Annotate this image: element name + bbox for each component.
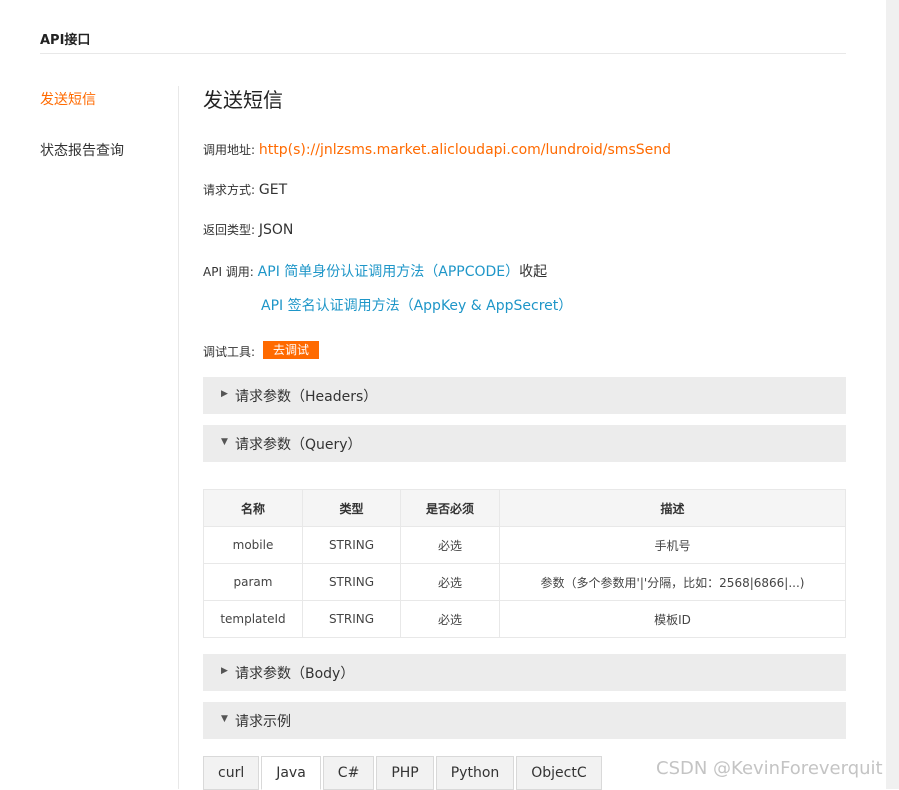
- tab-java[interactable]: Java: [261, 756, 321, 790]
- debug-button[interactable]: 去调试: [263, 341, 319, 359]
- section-example-label: 请求示例: [235, 714, 291, 730]
- caret-right-icon: ▶: [221, 666, 228, 676]
- column-header-description: 描述: [499, 489, 846, 527]
- section-query-label: 请求参数（Query）: [235, 437, 362, 453]
- watermark: CSDN @KevinForeverquit: [656, 758, 883, 779]
- request-method-row: 请求方式: GET: [203, 181, 287, 198]
- column-header-required: 是否必须: [400, 489, 500, 527]
- tab-curl[interactable]: curl: [203, 756, 260, 790]
- api-call-label: API 调用:: [203, 265, 254, 279]
- sidebar-item-send-sms[interactable]: 发送短信: [40, 89, 96, 109]
- appcode-auth-link[interactable]: API 简单身份认证调用方法（APPCODE）: [258, 264, 519, 280]
- api-title: 发送短信: [203, 88, 283, 112]
- caret-down-icon: ▼: [221, 437, 228, 447]
- api-call-row: API 调用: API 简单身份认证调用方法（APPCODE）收起: [203, 261, 547, 281]
- tab-php[interactable]: PHP: [376, 756, 434, 790]
- return-type-row: 返回类型: JSON: [203, 221, 293, 238]
- table-row: templateId STRING 必选 模板ID: [203, 600, 846, 638]
- request-method-value: GET: [258, 182, 288, 198]
- section-body-label: 请求参数（Body）: [235, 666, 355, 682]
- caret-down-icon: ▼: [221, 714, 228, 724]
- param-name: param: [203, 563, 303, 601]
- param-required: 必选: [400, 526, 500, 564]
- sidebar-divider: [178, 86, 179, 789]
- query-params-table: 名称 类型 是否必须 描述 mobile STRING 必选 手机号 param…: [203, 489, 846, 638]
- tab-python[interactable]: Python: [435, 756, 515, 790]
- param-name: mobile: [203, 526, 303, 564]
- table-row: mobile STRING 必选 手机号: [203, 526, 846, 564]
- scrollbar-track[interactable]: [886, 0, 899, 789]
- param-required: 必选: [400, 600, 500, 638]
- call-address-row: 调用地址: http(s)://jnlzsms.market.aliclouda…: [203, 141, 671, 158]
- debug-tool-label: 调试工具:: [203, 345, 256, 359]
- sidebar-item-status-report[interactable]: 状态报告查询: [40, 140, 124, 160]
- tab-objectc[interactable]: ObjectC: [516, 756, 602, 790]
- param-description: 手机号: [499, 526, 846, 564]
- call-address-value: http(s)://jnlzsms.market.alicloudapi.com…: [258, 142, 671, 158]
- signature-auth-row: API 签名认证调用方法（AppKey & AppSecret）: [261, 295, 572, 315]
- page-title: API接口: [40, 33, 91, 48]
- section-headers-label: 请求参数（Headers）: [235, 389, 378, 405]
- table-header-row: 名称 类型 是否必须 描述: [203, 489, 846, 527]
- param-type: STRING: [302, 600, 401, 638]
- column-header-type: 类型: [302, 489, 401, 527]
- section-headers[interactable]: ▶ 请求参数（Headers）: [203, 377, 846, 414]
- param-name: templateId: [203, 600, 303, 638]
- caret-right-icon: ▶: [221, 389, 228, 399]
- param-type: STRING: [302, 563, 401, 601]
- tab-csharp[interactable]: C#: [322, 756, 375, 790]
- table-row: param STRING 必选 参数（多个参数用'|'分隔，比如：2568|68…: [203, 563, 846, 601]
- param-description: 模板ID: [499, 600, 846, 638]
- param-description: 参数（多个参数用'|'分隔，比如：2568|6866|...): [499, 563, 846, 601]
- param-required: 必选: [400, 563, 500, 601]
- column-header-name: 名称: [203, 489, 303, 527]
- param-type: STRING: [302, 526, 401, 564]
- request-method-label: 请求方式:: [203, 183, 256, 197]
- section-query[interactable]: ▼ 请求参数（Query）: [203, 425, 846, 462]
- collapse-link[interactable]: 收起: [519, 264, 547, 280]
- signature-auth-link[interactable]: API 签名认证调用方法（AppKey & AppSecret）: [261, 298, 572, 314]
- call-address-label: 调用地址:: [203, 143, 256, 157]
- title-divider: [40, 53, 846, 54]
- section-example[interactable]: ▼ 请求示例: [203, 702, 846, 739]
- section-body[interactable]: ▶ 请求参数（Body）: [203, 654, 846, 691]
- return-type-label: 返回类型:: [203, 223, 256, 237]
- example-language-tabs: curl Java C# PHP Python ObjectC: [203, 756, 604, 790]
- return-type-value: JSON: [258, 222, 294, 238]
